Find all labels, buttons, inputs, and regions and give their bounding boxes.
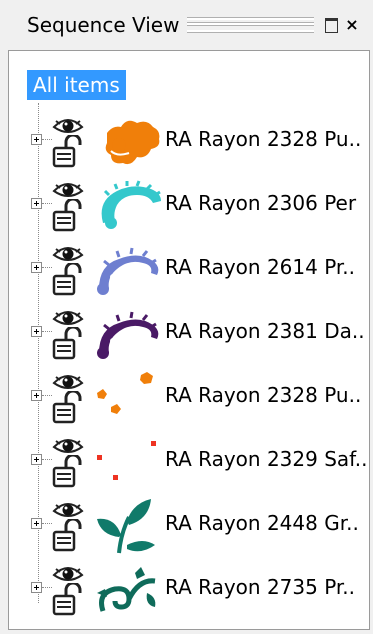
unlocked-lock-icon[interactable]	[52, 581, 82, 617]
tree-branch-line	[42, 331, 52, 332]
unlocked-lock-icon[interactable]	[52, 389, 82, 425]
tree-branch-line	[42, 203, 52, 204]
unlocked-lock-icon[interactable]	[52, 453, 82, 489]
tree-item[interactable]: RA Rayon 2381 Da..	[9, 305, 369, 365]
unlocked-lock-icon[interactable]	[52, 517, 82, 553]
tree-item-label: RA Rayon 2328 Pu..	[165, 383, 362, 407]
tree-item[interactable]: RA Rayon 2328 Pu..	[9, 113, 369, 173]
flower-motif-thumbnail	[89, 115, 165, 171]
tree-item[interactable]: RA Rayon 2735 Pr..	[9, 561, 369, 621]
tree-item-label: RA Rayon 2381 Da..	[165, 319, 365, 343]
vine-motif-thumbnail	[89, 563, 165, 619]
expand-button[interactable]	[31, 198, 42, 209]
tree-branch-line	[42, 395, 52, 396]
expand-button[interactable]	[31, 454, 42, 465]
scroll-motif-thumbnail	[89, 243, 165, 299]
tree-item[interactable]: RA Rayon 2448 Gr..	[9, 497, 369, 557]
expand-button[interactable]	[31, 134, 42, 145]
tree-branch-line	[42, 139, 52, 140]
sequence-tree[interactable]: All items RA Rayon 2328 Pu.. RA Rayon 230…	[8, 50, 370, 630]
tree-branch-line	[42, 267, 52, 268]
unlocked-lock-icon[interactable]	[52, 197, 82, 233]
tree-item-label: RA Rayon 2306 Per	[165, 191, 357, 215]
scroll-motif-thumbnail	[89, 307, 165, 363]
tree-root-all-items[interactable]: All items	[27, 70, 126, 100]
flower-motif-thumbnail	[89, 179, 165, 235]
unlocked-lock-icon[interactable]	[52, 261, 82, 297]
dots-motif-thumbnail	[89, 435, 165, 491]
tree-branch-line	[42, 523, 52, 524]
unlocked-lock-icon[interactable]	[52, 325, 82, 361]
tree-item[interactable]: RA Rayon 2328 Pu..	[9, 369, 369, 429]
expand-button[interactable]	[31, 582, 42, 593]
expand-button[interactable]	[31, 518, 42, 529]
tree-item-label: RA Rayon 2448 Gr..	[165, 511, 359, 535]
tree-item[interactable]: RA Rayon 2306 Per	[9, 177, 369, 237]
restore-icon	[324, 17, 338, 33]
panel-titlebar[interactable]: Sequence View ×	[0, 0, 373, 50]
restore-button[interactable]	[322, 16, 340, 34]
expand-button[interactable]	[31, 390, 42, 401]
tree-item-label: RA Rayon 2614 Pr..	[165, 255, 356, 279]
leaf-motif-thumbnail	[89, 499, 165, 555]
tree-item-label: RA Rayon 2735 Pr..	[165, 575, 356, 599]
dots-motif-thumbnail	[89, 371, 165, 427]
close-button[interactable]: ×	[343, 16, 361, 34]
tree-item[interactable]: RA Rayon 2329 Saf..	[9, 433, 369, 493]
tree-item-label: RA Rayon 2328 Pu..	[165, 127, 362, 151]
expand-button[interactable]	[31, 326, 42, 337]
expand-button[interactable]	[31, 262, 42, 273]
drag-grip[interactable]	[187, 18, 314, 32]
tree-item[interactable]: RA Rayon 2614 Pr..	[9, 241, 369, 301]
panel-title: Sequence View	[27, 13, 180, 37]
tree-branch-line	[42, 587, 52, 588]
tree-branch-line	[42, 459, 52, 460]
tree-item-label: RA Rayon 2329 Saf..	[165, 447, 368, 471]
unlocked-lock-icon[interactable]	[52, 133, 82, 169]
